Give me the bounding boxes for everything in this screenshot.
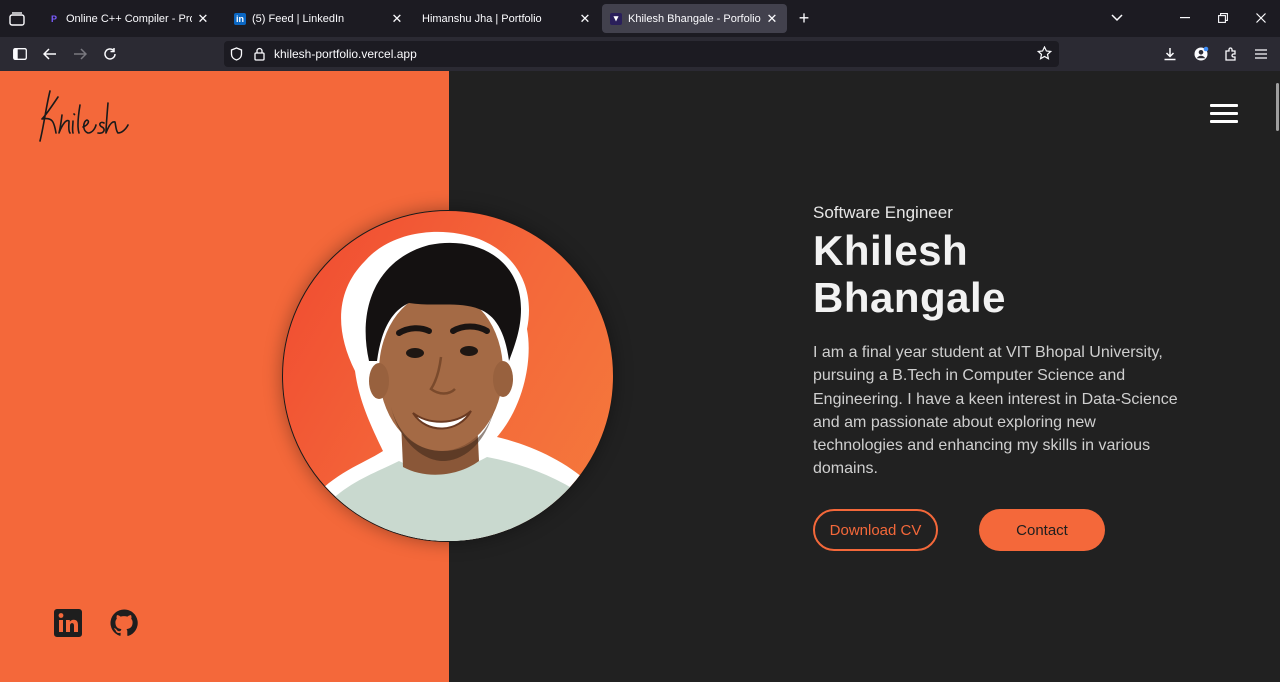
url-text[interactable]: khilesh-portfolio.vercel.app bbox=[274, 47, 417, 61]
close-tab-icon[interactable]: ✕ bbox=[196, 11, 210, 27]
job-title: Software Engineer bbox=[813, 203, 953, 222]
tab-khilesh[interactable]: ▾ Khilesh Bhangale - Porfolio ✕ bbox=[602, 4, 787, 33]
tab-overview-icon[interactable] bbox=[4, 6, 30, 32]
navigation-bar: khilesh-portfolio.vercel.app bbox=[0, 37, 1280, 71]
sidebar-icon[interactable] bbox=[8, 42, 32, 66]
programiz-icon: P bbox=[50, 13, 57, 24]
close-tab-icon[interactable]: ✕ bbox=[390, 11, 404, 27]
bio-paragraph: I am a final year student at VIT Bhopal … bbox=[813, 344, 1178, 478]
app-menu-icon[interactable] bbox=[1249, 42, 1273, 66]
list-all-tabs-icon[interactable] bbox=[1104, 6, 1130, 30]
portfolio-page: Software Engineer Khilesh Bhangale I am … bbox=[0, 71, 1280, 682]
tab-himanshu[interactable]: Himanshu Jha | Portfolio ✕ bbox=[414, 4, 600, 33]
linkedin-icon: in bbox=[234, 12, 246, 25]
downloads-icon[interactable] bbox=[1158, 42, 1182, 66]
close-tab-icon[interactable]: ✕ bbox=[578, 11, 592, 27]
tab-linkedin[interactable]: in (5) Feed | LinkedIn ✕ bbox=[226, 4, 412, 33]
reload-icon[interactable] bbox=[98, 42, 122, 66]
hero-section: Software Engineer Khilesh Bhangale I am … bbox=[813, 203, 1193, 481]
close-window-icon[interactable] bbox=[1248, 6, 1274, 30]
signature-logo[interactable] bbox=[38, 87, 138, 145]
tab-strip: P Online C++ Compiler - Programiz ✕ in (… bbox=[0, 0, 1280, 37]
name-line-1: Khilesh bbox=[813, 227, 969, 274]
forward-icon[interactable] bbox=[68, 42, 92, 66]
linkedin-icon[interactable] bbox=[53, 608, 83, 638]
lock-icon[interactable] bbox=[254, 47, 265, 66]
restore-icon[interactable] bbox=[1210, 6, 1236, 30]
address-bar[interactable]: khilesh-portfolio.vercel.app bbox=[224, 41, 1059, 67]
hamburger-menu-icon[interactable] bbox=[1210, 104, 1238, 124]
extensions-icon[interactable] bbox=[1219, 42, 1243, 66]
back-icon[interactable] bbox=[38, 42, 62, 66]
bookmark-star-icon[interactable] bbox=[1036, 45, 1053, 66]
contact-button[interactable]: Contact bbox=[979, 509, 1105, 551]
page-scrollbar[interactable] bbox=[1276, 83, 1279, 131]
profile-photo bbox=[282, 210, 614, 542]
new-tab-button[interactable]: + bbox=[794, 8, 814, 28]
portfolio-icon: ▾ bbox=[610, 12, 622, 25]
close-tab-icon[interactable]: ✕ bbox=[765, 11, 779, 27]
shield-icon[interactable] bbox=[230, 47, 243, 66]
minimize-icon[interactable] bbox=[1172, 6, 1198, 30]
name-heading: Khilesh Bhangale bbox=[813, 227, 1193, 321]
account-icon[interactable] bbox=[1189, 42, 1213, 66]
name-line-2: Bhangale bbox=[813, 274, 1007, 321]
github-icon[interactable] bbox=[109, 608, 139, 638]
tab-programiz[interactable]: P Online C++ Compiler - Programiz ✕ bbox=[40, 4, 218, 33]
download-cv-button[interactable]: Download CV bbox=[813, 509, 938, 551]
